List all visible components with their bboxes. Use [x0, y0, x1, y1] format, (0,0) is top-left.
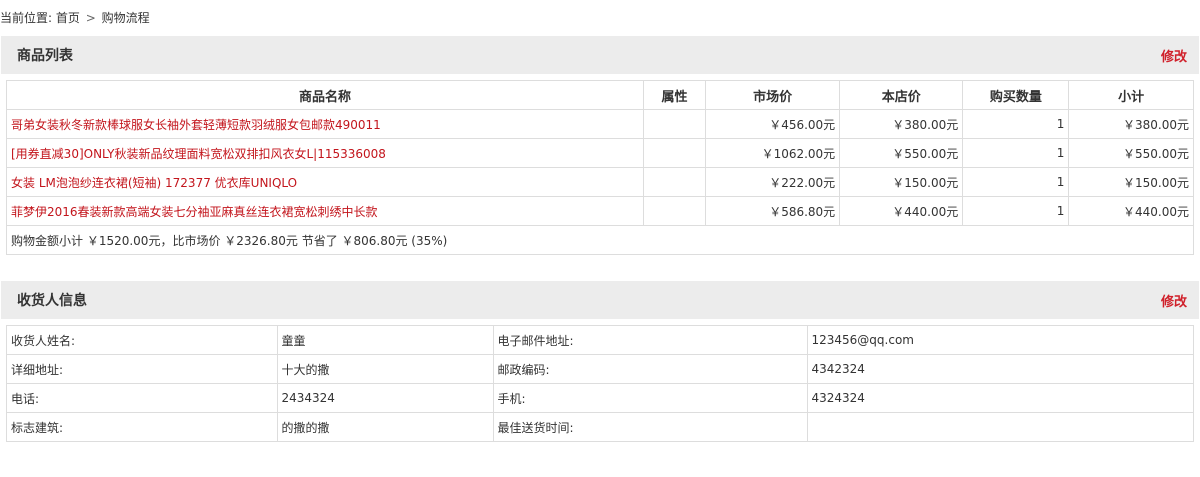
goods-quantity: 1: [962, 167, 1070, 197]
column-header-attr: 属性: [643, 81, 707, 110]
breadcrumb-current: 购物流程: [101, 11, 150, 25]
consignee-value: 2434324: [276, 383, 494, 413]
consignee-value: [806, 412, 1193, 441]
goods-shop-price: ￥380.00元: [839, 109, 964, 139]
goods-market-price: ￥456.00元: [705, 109, 841, 139]
consignee-label: 手机:: [492, 383, 808, 413]
table-row: 女装 LM泡泡纱连衣裙(短袖) 172377 优衣库UNIQLO ￥222.00…: [7, 167, 1193, 197]
table-row: 哥弟女装秋冬新款棒球服女长袖外套轻薄短款羽绒服女包邮款490011 ￥456.0…: [7, 109, 1193, 139]
consignee-edit-link[interactable]: 修改: [1161, 291, 1187, 310]
goods-subtotal: ￥150.00元: [1068, 167, 1193, 197]
consignee-label: 标志建筑:: [7, 412, 278, 441]
goods-name-link[interactable]: 哥弟女装秋冬新款棒球服女长袖外套轻薄短款羽绒服女包邮款490011: [7, 109, 645, 139]
consignee-label: 收货人姓名:: [7, 326, 278, 355]
consignee-value: 123456@qq.com: [806, 326, 1193, 355]
goods-attr: [643, 167, 707, 197]
column-header-name: 商品名称: [7, 81, 645, 110]
column-header-shop-price: 本店价: [839, 81, 964, 110]
goods-market-price: ￥1062.00元: [705, 138, 841, 168]
goods-edit-link[interactable]: 修改: [1161, 46, 1187, 65]
table-row: 标志建筑: 的撒的撒 最佳送货时间:: [7, 412, 1193, 441]
breadcrumb-separator: >: [85, 11, 96, 25]
goods-table-header-row: 商品名称 属性 市场价 本店价 购买数量 小计: [7, 81, 1193, 110]
goods-market-price: ￥586.80元: [705, 196, 841, 226]
goods-quantity: 1: [962, 138, 1070, 168]
column-header-quantity: 购买数量: [962, 81, 1070, 110]
goods-attr: [643, 109, 707, 139]
goods-subtotal: ￥380.00元: [1068, 109, 1193, 139]
consignee-label: 邮政编码:: [492, 354, 808, 384]
goods-quantity: 1: [962, 196, 1070, 226]
goods-subtotal: ￥550.00元: [1068, 138, 1193, 168]
goods-summary-text: 购物金额小计 ￥1520.00元，比市场价 ￥2326.80元 节省了 ￥806…: [7, 225, 1193, 254]
consignee-value: 4324324: [806, 383, 1193, 413]
goods-name-link[interactable]: 女装 LM泡泡纱连衣裙(短袖) 172377 优衣库UNIQLO: [7, 167, 645, 197]
goods-quantity: 1: [962, 109, 1070, 139]
breadcrumb: 当前位置: 首页 > 购物流程: [0, 0, 1200, 36]
table-row: 电话: 2434324 手机: 4324324: [7, 383, 1193, 413]
consignee-label: 电子邮件地址:: [492, 326, 808, 355]
table-row: 菲梦伊2016春装新款高端女装七分袖亚麻真丝连衣裙宽松刺绣中长款 ￥586.80…: [7, 196, 1193, 226]
consignee-value: 4342324: [806, 354, 1193, 384]
goods-market-price: ￥222.00元: [705, 167, 841, 197]
consignee-section-header: 收货人信息 修改: [1, 281, 1199, 319]
consignee-label: 电话:: [7, 383, 278, 413]
goods-table-container: 商品名称 属性 市场价 本店价 购买数量 小计 哥弟女装秋冬新款棒球服女长袖外套…: [6, 80, 1194, 255]
goods-table: 商品名称 属性 市场价 本店价 购买数量 小计 哥弟女装秋冬新款棒球服女长袖外套…: [7, 81, 1193, 254]
table-row: [用券直减30]ONLY秋装新品纹理面料宽松双排扣风衣女L|115336008 …: [7, 138, 1193, 168]
breadcrumb-prefix: 当前位置:: [0, 11, 53, 25]
consignee-table: 收货人姓名: 童童 电子邮件地址: 123456@qq.com 详细地址: 十大…: [7, 326, 1193, 441]
goods-name-link[interactable]: 菲梦伊2016春装新款高端女装七分袖亚麻真丝连衣裙宽松刺绣中长款: [7, 196, 645, 226]
goods-name-link[interactable]: [用券直减30]ONLY秋装新品纹理面料宽松双排扣风衣女L|115336008: [7, 138, 645, 168]
table-row: 收货人姓名: 童童 电子邮件地址: 123456@qq.com: [7, 326, 1193, 355]
goods-shop-price: ￥550.00元: [839, 138, 964, 168]
goods-shop-price: ￥150.00元: [839, 167, 964, 197]
consignee-label: 详细地址:: [7, 354, 278, 384]
column-header-market-price: 市场价: [705, 81, 841, 110]
consignee-value: 童童: [276, 326, 494, 355]
table-row: 详细地址: 十大的撒 邮政编码: 4342324: [7, 354, 1193, 384]
goods-attr: [643, 138, 707, 168]
consignee-value: 十大的撒: [276, 354, 494, 384]
breadcrumb-home-link[interactable]: 首页: [56, 11, 80, 25]
consignee-value: 的撒的撒: [276, 412, 494, 441]
goods-section-header: 商品列表 修改: [1, 36, 1199, 74]
consignee-label: 最佳送货时间:: [492, 412, 808, 441]
goods-subtotal: ￥440.00元: [1068, 196, 1193, 226]
goods-summary-row: 购物金额小计 ￥1520.00元，比市场价 ￥2326.80元 节省了 ￥806…: [7, 225, 1193, 254]
consignee-table-container: 收货人姓名: 童童 电子邮件地址: 123456@qq.com 详细地址: 十大…: [6, 325, 1194, 442]
consignee-section-title: 收货人信息: [17, 293, 87, 309]
goods-shop-price: ￥440.00元: [839, 196, 964, 226]
goods-section-title: 商品列表: [17, 48, 73, 64]
column-header-subtotal: 小计: [1068, 81, 1193, 110]
goods-attr: [643, 196, 707, 226]
